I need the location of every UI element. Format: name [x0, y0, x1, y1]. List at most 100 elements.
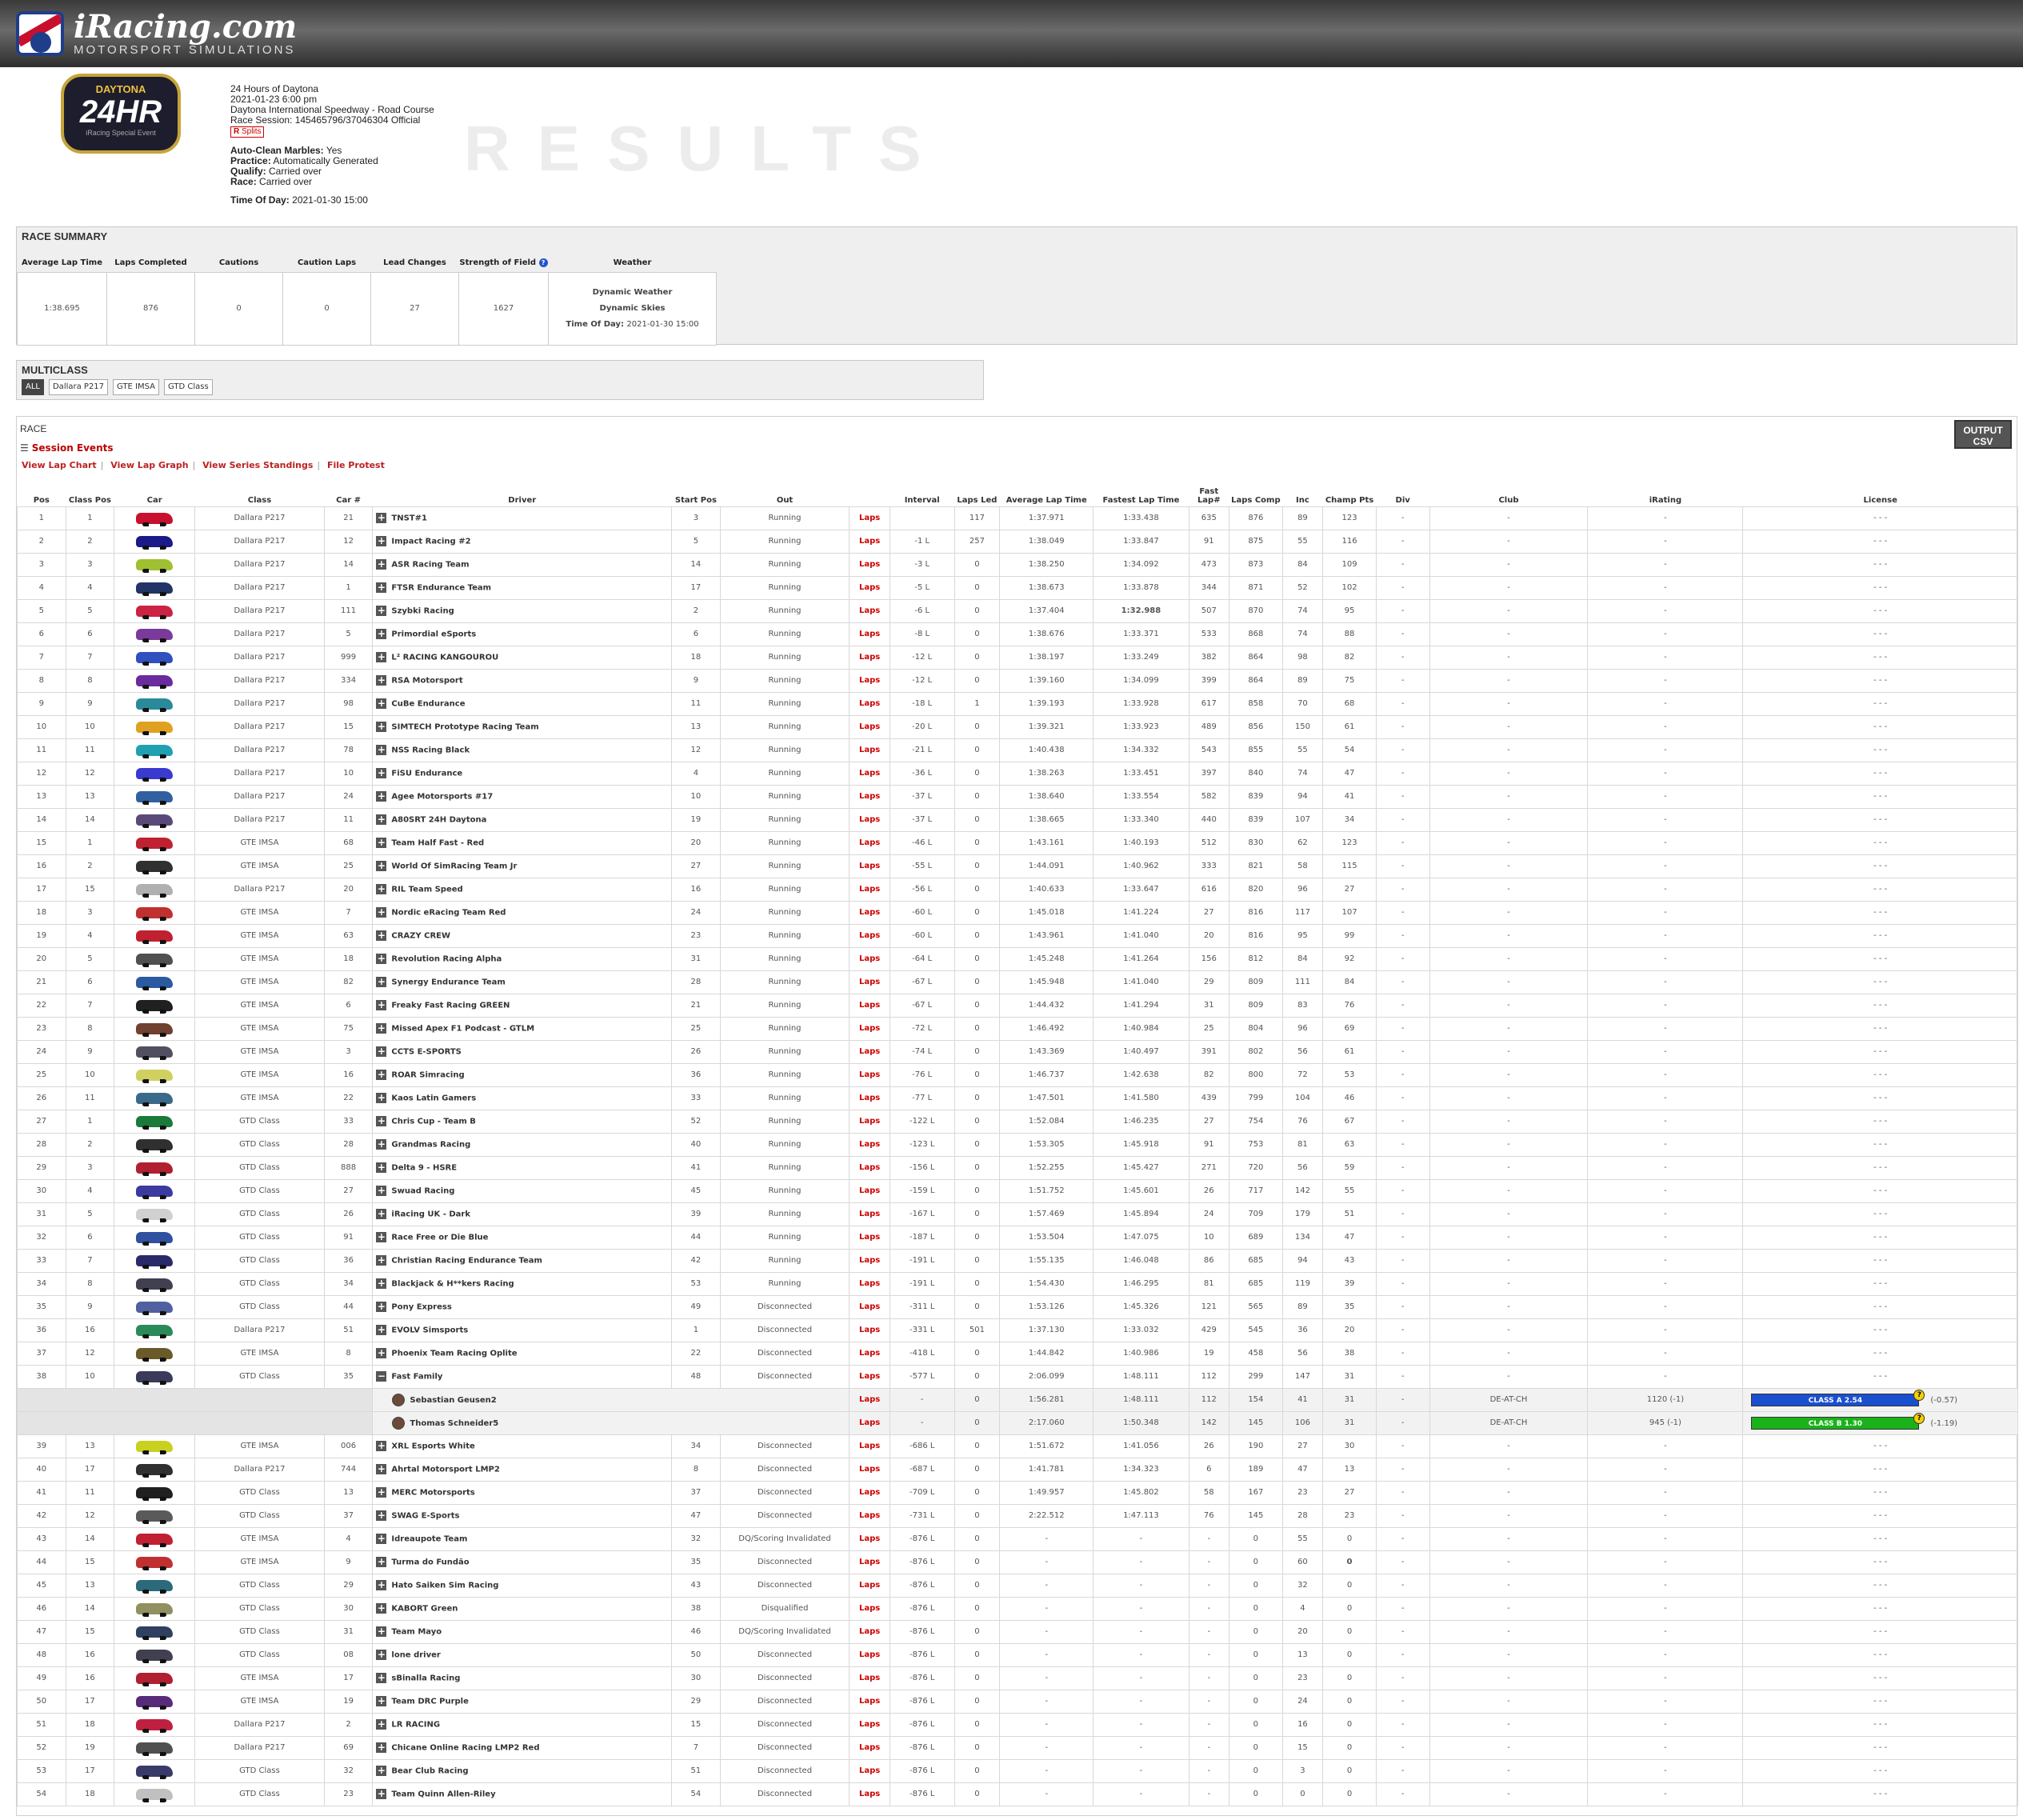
- laps-link[interactable]: Laps: [849, 1503, 890, 1528]
- driver-name[interactable]: Team DRC Purple: [391, 1698, 469, 1706]
- car-icon[interactable]: [136, 1254, 174, 1269]
- expand-icon[interactable]: +: [376, 1696, 387, 1706]
- expand-icon[interactable]: +: [376, 1325, 387, 1335]
- driver-name[interactable]: Kaos Latin Gamers: [391, 1094, 476, 1103]
- car-icon[interactable]: [136, 1649, 174, 1663]
- laps-link[interactable]: Laps: [849, 993, 890, 1018]
- table-row[interactable]: 25 10 GTE IMSA 16 + ROAR Simracing 36 Running La…: [17, 1062, 2018, 1087]
- car-icon[interactable]: [136, 1370, 174, 1385]
- driver-name[interactable]: Fast Family: [391, 1373, 442, 1382]
- car-icon[interactable]: [136, 1556, 174, 1570]
- expand-icon[interactable]: +: [376, 1603, 387, 1614]
- table-row[interactable]: 40 17 Dallara P217 744 + Ahrtal Motorsport LM…: [17, 1457, 2018, 1482]
- table-row[interactable]: 48 16 GTD Class 08 + lone driver 50 Disconnecte…: [17, 1642, 2018, 1667]
- expand-icon[interactable]: +: [376, 1719, 387, 1730]
- table-row[interactable]: 19 4 GTE IMSA 63 + CRAZY CREW 23 Running Laps -60…: [17, 923, 2018, 948]
- car-icon[interactable]: [136, 651, 174, 666]
- driver-name[interactable]: Pony Express: [391, 1303, 451, 1312]
- file-protest-link[interactable]: File Protest: [327, 460, 385, 470]
- car-icon[interactable]: [136, 1695, 174, 1710]
- expand-icon[interactable]: +: [376, 722, 387, 732]
- car-icon[interactable]: [136, 1579, 174, 1594]
- laps-link[interactable]: Laps: [849, 1782, 890, 1806]
- laps-link[interactable]: Laps: [849, 1457, 890, 1482]
- table-row[interactable]: 20 5 GTE IMSA 18 + Revolution Racing Alpha 31 R…: [17, 946, 2018, 971]
- driver-name[interactable]: NSS Racing Black: [391, 746, 470, 755]
- table-row[interactable]: 50 17 GTE IMSA 19 + Team DRC Purple 29 Disconne…: [17, 1689, 2018, 1714]
- driver-name[interactable]: Team Mayo: [391, 1628, 442, 1637]
- laps-link[interactable]: Laps: [849, 1294, 890, 1319]
- car-icon[interactable]: [136, 1092, 174, 1106]
- table-row[interactable]: 29 3 GTD Class 888 + Delta 9 - HSRE 41 Running L…: [17, 1155, 2018, 1180]
- laps-link[interactable]: Laps: [849, 1016, 890, 1041]
- table-row[interactable]: 12 12 Dallara P217 10 + FiSU Endurance 4 Runnin…: [17, 761, 2018, 786]
- session-events-link[interactable]: ☰ Session Events: [20, 442, 114, 454]
- table-row[interactable]: 2 2 Dallara P217 12 + Impact Racing #2 5 Runnin…: [17, 529, 2018, 554]
- expand-icon[interactable]: +: [376, 1116, 387, 1126]
- laps-link[interactable]: Laps: [849, 877, 890, 902]
- car-icon[interactable]: [136, 558, 174, 573]
- laps-link[interactable]: Laps: [849, 1155, 890, 1180]
- laps-link[interactable]: Laps: [849, 1387, 890, 1412]
- expand-icon[interactable]: +: [376, 1302, 387, 1312]
- expand-icon[interactable]: +: [376, 1000, 387, 1010]
- driver-name[interactable]: World Of SimRacing Team Jr: [391, 862, 517, 871]
- car-icon[interactable]: [136, 1718, 174, 1733]
- laps-link[interactable]: Laps: [849, 1666, 890, 1690]
- laps-link[interactable]: Laps: [849, 1132, 890, 1157]
- driver-name[interactable]: Szybki Racing: [391, 607, 454, 616]
- car-icon[interactable]: [136, 814, 174, 828]
- driver-name[interactable]: Turma do Fundão: [391, 1558, 469, 1567]
- car-icon[interactable]: [136, 1185, 174, 1199]
- table-row[interactable]: 47 15 GTD Class 31 + Team Mayo 46 DQ/Scoring In…: [17, 1619, 2018, 1644]
- expand-icon[interactable]: +: [376, 814, 387, 825]
- team-driver-name[interactable]: Sebastian Geusen2: [410, 1396, 496, 1405]
- table-row[interactable]: 6 6 Dallara P217 5 + Primordial eSports 6 Runni…: [17, 622, 2018, 646]
- laps-link[interactable]: Laps: [849, 1202, 890, 1226]
- car-icon[interactable]: [136, 906, 174, 921]
- laps-link[interactable]: Laps: [849, 1526, 890, 1551]
- table-row[interactable]: 3 3 Dallara P217 14 + ASR Racing Team 14 Runnin…: [17, 552, 2018, 577]
- laps-link[interactable]: Laps: [849, 1480, 890, 1505]
- laps-link[interactable]: Laps: [849, 691, 890, 716]
- driver-name[interactable]: XRL Esports White: [391, 1442, 474, 1451]
- expand-icon[interactable]: +: [376, 1673, 387, 1683]
- driver-name[interactable]: RIL Team Speed: [391, 886, 462, 894]
- table-row[interactable]: 8 8 Dallara P217 334 + RSA Motorsport 9 Running…: [17, 668, 2018, 693]
- car-icon[interactable]: [136, 1788, 174, 1802]
- car-icon[interactable]: [136, 628, 174, 642]
- car-icon[interactable]: [136, 1463, 174, 1478]
- expand-icon[interactable]: +: [376, 930, 387, 941]
- laps-link[interactable]: Laps: [849, 1550, 890, 1574]
- car-icon[interactable]: [136, 976, 174, 990]
- laps-link[interactable]: Laps: [849, 1619, 890, 1644]
- table-row[interactable]: 32 6 GTD Class 91 + Race Free or Die Blue 44 Ru…: [17, 1225, 2018, 1250]
- laps-link[interactable]: Laps: [849, 1434, 890, 1458]
- driver-name[interactable]: Revolution Racing Alpha: [391, 955, 502, 964]
- expand-icon[interactable]: +: [376, 675, 387, 686]
- license-help-icon[interactable]: ?: [1913, 1389, 1925, 1401]
- laps-link[interactable]: Laps: [849, 1410, 890, 1435]
- laps-link[interactable]: Laps: [849, 598, 890, 623]
- laps-link[interactable]: Laps: [849, 1271, 890, 1296]
- expand-icon[interactable]: +: [376, 1348, 387, 1358]
- laps-link[interactable]: Laps: [849, 529, 890, 554]
- table-row[interactable]: 46 14 GTD Class 30 + KABORT Green 38 Disqualifi…: [17, 1596, 2018, 1621]
- expand-icon[interactable]: +: [376, 559, 387, 570]
- expand-icon[interactable]: +: [376, 1046, 387, 1057]
- table-row[interactable]: 21 6 GTE IMSA 82 + Synergy Endurance Team 28 Ru…: [17, 970, 2018, 994]
- driver-name[interactable]: lone driver: [391, 1651, 440, 1660]
- car-icon[interactable]: [136, 860, 174, 874]
- car-icon[interactable]: [136, 930, 174, 944]
- laps-link[interactable]: Laps: [849, 1341, 890, 1366]
- driver-name[interactable]: FTSR Endurance Team: [391, 584, 491, 593]
- laps-link[interactable]: Laps: [849, 761, 890, 786]
- driver-name[interactable]: Chicane Online Racing LMP2 Red: [391, 1744, 539, 1753]
- driver-name[interactable]: ASR Racing Team: [391, 561, 469, 570]
- driver-name[interactable]: Synergy Endurance Team: [391, 978, 505, 987]
- car-icon[interactable]: [136, 674, 174, 689]
- expand-icon[interactable]: +: [376, 698, 387, 709]
- driver-name[interactable]: Impact Racing #2: [391, 538, 470, 546]
- car-icon[interactable]: [136, 953, 174, 967]
- laps-link[interactable]: Laps: [849, 1039, 890, 1064]
